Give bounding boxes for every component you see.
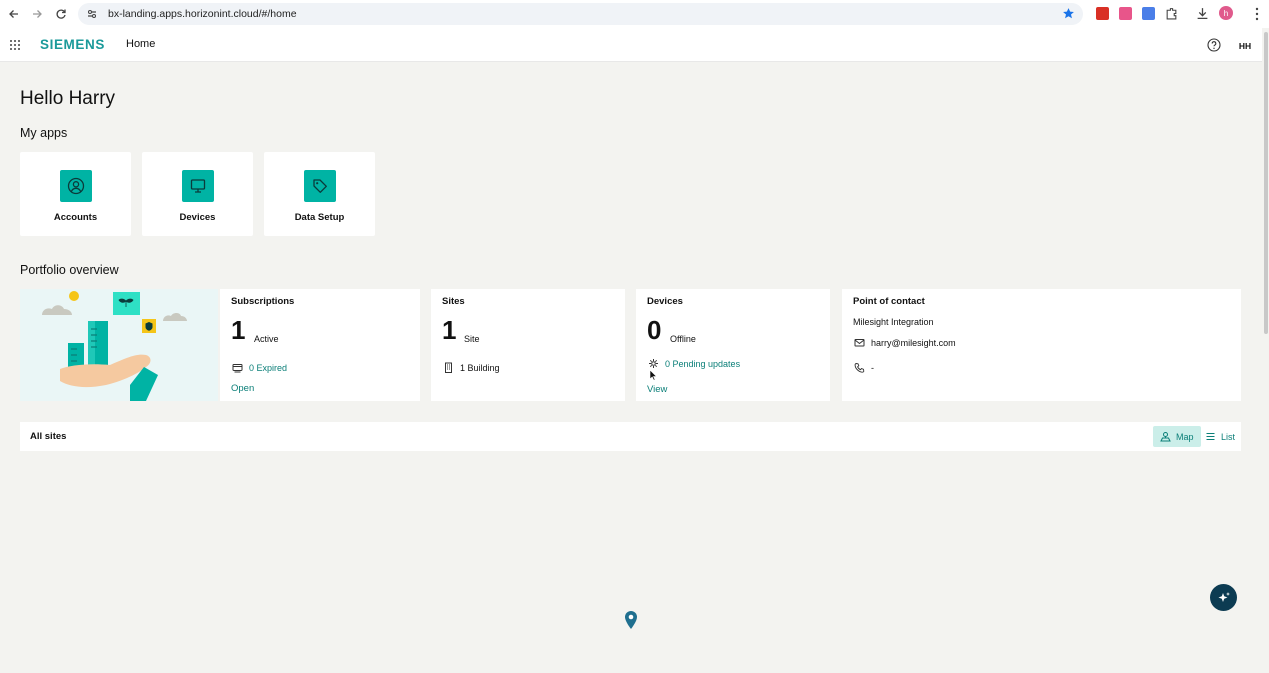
subscriptions-count: 1	[231, 315, 246, 345]
bookmark-star-icon[interactable]	[1062, 7, 1075, 20]
monitor-icon	[181, 170, 214, 202]
ai-assistant-button[interactable]	[1210, 584, 1237, 611]
sites-count: 1	[442, 315, 457, 345]
mail-icon	[854, 339, 865, 347]
pending-updates-text: 0 Pending updates	[665, 358, 741, 369]
map-location-pin-icon[interactable]	[624, 610, 638, 630]
card-title: Devices	[647, 296, 683, 307]
building-icon	[445, 362, 452, 373]
card-title: Point of contact	[853, 296, 925, 307]
contact-phone-row: -	[854, 362, 874, 373]
user-circle-icon	[59, 170, 92, 202]
app-header: SIEMENS Home HH	[0, 28, 1262, 62]
app-tile-accounts[interactable]: Accounts	[20, 152, 131, 236]
sparkle-icon	[1218, 591, 1230, 602]
app-tile-label: Devices	[179, 212, 216, 223]
portfolio-illustration	[20, 289, 218, 401]
app-tile-label: Accounts	[53, 212, 98, 223]
greeting-heading: Hello Harry	[20, 88, 116, 109]
address-bar[interactable]: bx-landing.apps.horizonint.cloud/#/home	[78, 3, 1083, 25]
contact-name: Milesight Integration	[853, 317, 934, 327]
pending-updates-row: 0 Pending updates	[648, 358, 740, 369]
download-icon[interactable]	[1196, 7, 1209, 20]
profile-avatar[interactable]: h	[1219, 6, 1233, 20]
list-icon	[1206, 433, 1215, 440]
extension-red-icon[interactable]	[1096, 6, 1109, 20]
devices-card: Devices 0 Offline 0 Pending updates View	[636, 289, 830, 401]
list-view-toggle[interactable]: List	[1198, 426, 1242, 447]
app-launcher-grid-icon[interactable]	[9, 39, 21, 51]
all-sites-header: All sites Map List	[20, 422, 1241, 451]
devices-unit: Offline	[670, 334, 696, 344]
app-tile-label: Data Setup	[294, 212, 345, 223]
card-title: Subscriptions	[231, 296, 295, 307]
contact-phone: -	[871, 362, 874, 373]
arrow-left-icon	[9, 10, 18, 18]
map-pin-person-icon	[1160, 432, 1171, 442]
mouse-cursor-icon	[649, 369, 657, 381]
forward-button[interactable]	[25, 2, 49, 26]
subscriptions-unit: Active	[254, 334, 279, 344]
devices-view-link[interactable]: View	[647, 384, 667, 395]
user-avatar[interactable]: HH	[1235, 36, 1255, 56]
phone-icon	[854, 363, 865, 373]
expired-row: 0 Expired	[232, 362, 287, 373]
siemens-logo[interactable]: SIEMENS	[40, 37, 105, 52]
browser-menu-icon[interactable]	[1252, 6, 1262, 22]
extension-pink-icon[interactable]	[1119, 6, 1132, 20]
translate-extension-icon[interactable]	[1142, 6, 1155, 20]
contact-email[interactable]: harry@milesight.com	[871, 338, 956, 348]
site-settings-icon[interactable]	[86, 8, 98, 20]
card-title: Sites	[442, 296, 465, 307]
point-of-contact-card: Point of contact Milesight Integration h…	[842, 289, 1241, 401]
update-gear-icon	[649, 359, 658, 368]
reload-icon	[56, 9, 66, 19]
list-toggle-label: List	[1221, 431, 1236, 442]
puzzle-extensions-icon[interactable]	[1165, 7, 1178, 20]
my-apps-title: My apps	[20, 126, 68, 140]
map-toggle-label: Map	[1176, 431, 1194, 442]
extensions-area: h	[1096, 6, 1233, 20]
reload-button[interactable]	[49, 2, 73, 26]
all-sites-title: All sites	[30, 431, 67, 442]
app-tile-data-setup[interactable]: Data Setup	[264, 152, 375, 236]
sites-map[interactable]	[20, 451, 1241, 673]
subscriptions-open-link[interactable]: Open	[231, 383, 254, 394]
buildings-row: 1 Building	[443, 362, 500, 373]
sites-card: Sites 1 Site 1 Building	[431, 289, 625, 401]
help-icon[interactable]	[1207, 38, 1221, 52]
scrollbar-thumb[interactable]	[1264, 32, 1268, 334]
browser-toolbar: bx-landing.apps.horizonint.cloud/#/home …	[0, 0, 1269, 28]
expired-text: 0 Expired	[249, 362, 288, 373]
app-tile-devices[interactable]: Devices	[142, 152, 253, 236]
map-view-toggle[interactable]: Map	[1153, 426, 1201, 447]
contact-email-row: harry@milesight.com	[854, 337, 956, 348]
url-text: bx-landing.apps.horizonint.cloud/#/home	[108, 8, 297, 20]
buildings-text: 1 Building	[460, 362, 500, 373]
subscriptions-card: Subscriptions 1 Active 0 Expired Open	[220, 289, 420, 401]
portfolio-overview-title: Portfolio overview	[20, 263, 119, 277]
arrow-right-icon	[33, 10, 42, 18]
devices-count: 0	[647, 315, 662, 345]
back-button[interactable]	[2, 2, 26, 26]
nav-home-link[interactable]: Home	[126, 38, 155, 50]
subscription-card-icon	[232, 364, 243, 373]
tag-icon	[303, 170, 336, 202]
sites-unit: Site	[464, 334, 480, 344]
